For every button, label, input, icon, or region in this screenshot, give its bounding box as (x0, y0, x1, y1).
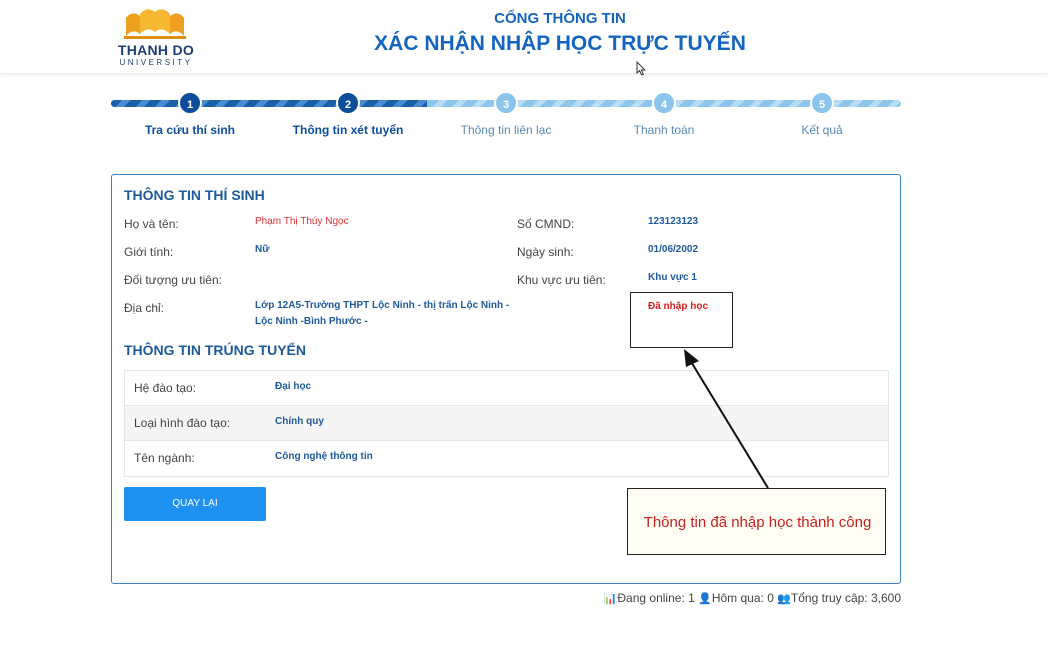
step-2[interactable]: 2 Thông tin xét tuyển (288, 91, 408, 137)
training-type-value: Chính quy (275, 416, 324, 427)
dob-label: Ngày sinh: (517, 245, 574, 259)
back-button[interactable]: QUAY LẠI (124, 487, 266, 521)
page-title: XÁC NHẬN NHẬP HỌC TRỰC TUYẾN (374, 32, 746, 55)
admission-table: Hệ đào tạo: Đại học Loại hình đào tạo: C… (124, 370, 889, 477)
step-3[interactable]: 3 Thông tin liên lạc (446, 91, 566, 137)
site-header: THANH DO UNIVERSITY CỔNG THÔNG TIN XÁC N… (0, 0, 1048, 76)
yesterday-count: Hôm qua: 0 (711, 591, 774, 605)
total-visits: Tổng truy cập: 3,600 (790, 591, 901, 605)
visitor-stats: 📊Đang online: 1 👤Hôm qua: 0 👥Tổng truy c… (604, 591, 901, 605)
step-1-number: 1 (178, 91, 202, 115)
admission-section-title: THÔNG TIN TRÚNG TUYỂN (124, 342, 306, 358)
annotation-text: Thông tin đã nhập học thành công (643, 514, 872, 531)
candidate-section-title: THÔNG TIN THÍ SINH (124, 187, 265, 203)
gender-label: Giới tính: (124, 245, 174, 259)
training-type-label: Loại hình đào tạo: (134, 416, 231, 430)
step-2-number: 2 (336, 91, 360, 115)
users-icon: 👥 (777, 593, 791, 605)
progress-stepper: 1 Tra cứu thí sinh 2 Thông tin xét tuyển… (111, 91, 901, 141)
table-row: Loại hình đào tạo: Chính quy (125, 406, 888, 441)
bar-chart-icon: 📊 (603, 593, 618, 605)
major-label: Tên ngành: (134, 451, 195, 465)
step-4[interactable]: 4 Thanh toán (604, 91, 724, 137)
step-1-label: Tra cứu thí sinh (144, 123, 236, 137)
address-label: Địa chỉ: (124, 301, 165, 315)
university-logo[interactable]: THANH DO UNIVERSITY (110, 6, 202, 68)
address-line-1: Lớp 12A5-Trường THPT Lộc Ninh - thị trấn… (255, 300, 510, 311)
training-system-value: Đại học (275, 381, 312, 392)
name-label: Họ và tên: (124, 217, 179, 231)
table-row: Hệ đào tạo: Đại học (125, 371, 888, 406)
priority-area-value: Khu vực 1 (648, 272, 697, 283)
id-value: 123123123 (648, 216, 699, 227)
logo-name: THANH DO (117, 42, 195, 58)
logo-subtitle: UNIVERSITY (119, 58, 193, 67)
priority-group-label: Đối tượng ưu tiên: (124, 273, 222, 287)
step-5[interactable]: 5 Kết quả (762, 91, 882, 137)
mouse-cursor-icon (636, 61, 646, 76)
address-line-2: Lộc Ninh -Bình Phước - (255, 316, 368, 327)
table-row: Tên ngành: Công nghệ thông tin (125, 441, 888, 476)
priority-area-label: Khu vực ưu tiên: (517, 273, 606, 287)
step-4-number: 4 (652, 91, 676, 115)
step-1[interactable]: 1 Tra cứu thí sinh (130, 91, 250, 137)
book-crown-logo-icon (124, 9, 186, 39)
annotation-callout: Thông tin đã nhập học thành công (627, 488, 886, 555)
step-5-label: Kết quả (801, 123, 843, 137)
step-4-label: Thanh toán (633, 123, 695, 137)
major-value: Công nghệ thông tin (275, 451, 373, 462)
portal-title: CỔNG THÔNG TIN (494, 10, 626, 27)
step-5-number: 5 (810, 91, 834, 115)
step-3-label: Thông tin liên lạc (460, 123, 552, 137)
name-value: Phạm Thị Thúy Ngọc (255, 216, 349, 227)
online-count: Đang online: 1 (617, 591, 695, 605)
step-3-number: 3 (494, 91, 518, 115)
gender-value: Nữ (255, 244, 270, 255)
training-system-label: Hệ đào tạo: (134, 381, 197, 395)
user-icon: 👤 (698, 593, 712, 605)
dob-value: 01/06/2002 (648, 244, 699, 255)
step-2-label: Thông tin xét tuyển (292, 123, 404, 137)
id-label: Số CMND: (517, 217, 575, 231)
status-highlight-box (630, 292, 733, 348)
